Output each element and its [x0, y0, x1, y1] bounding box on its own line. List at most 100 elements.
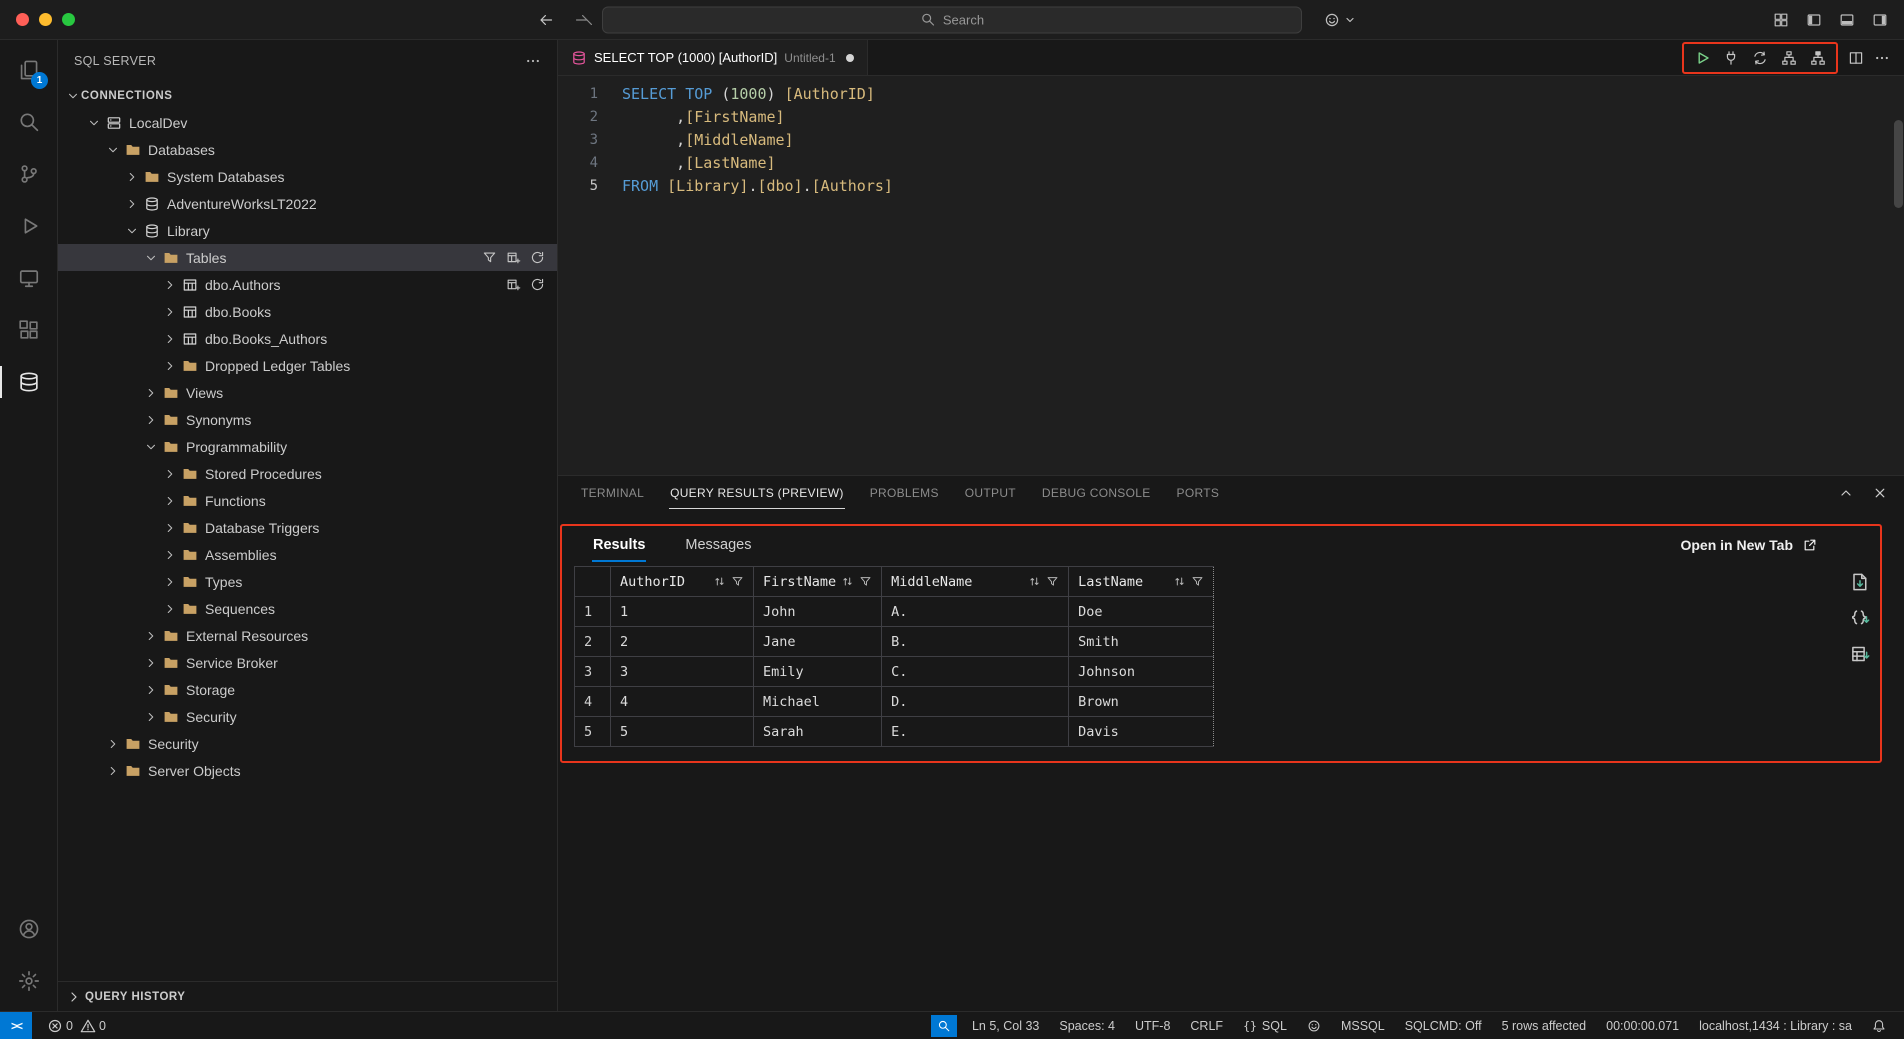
result-cell[interactable]: 5 [611, 717, 754, 747]
new-table-icon[interactable] [506, 277, 521, 292]
tree-item-views[interactable]: Views [58, 379, 557, 406]
status-mssql-provider[interactable]: MSSQL [1331, 1015, 1395, 1037]
panel-tab-query-results-preview[interactable]: QUERY RESULTS (PREVIEW) [669, 478, 845, 509]
activity-item-sql-server[interactable] [0, 356, 57, 408]
tree-item-sequences[interactable]: Sequences [58, 595, 557, 622]
activity-item-remote-explorer[interactable] [0, 252, 57, 304]
tree-item-programmability[interactable]: Programmability [58, 433, 557, 460]
tree-item-assemblies[interactable]: Assemblies [58, 541, 557, 568]
result-cell[interactable]: Sarah [754, 717, 882, 747]
status-eol[interactable]: CRLF [1180, 1015, 1233, 1037]
tree-item-connections[interactable]: CONNECTIONS [58, 82, 557, 109]
tree-item-library[interactable]: Library [58, 217, 557, 244]
result-cell[interactable]: Johnson [1069, 657, 1214, 687]
result-cell[interactable]: C. [882, 657, 1069, 687]
panel-tab-output[interactable]: OUTPUT [964, 478, 1017, 509]
results-tab-messages[interactable]: Messages [684, 528, 752, 562]
result-row[interactable]: 44MichaelD.Brown [575, 687, 1214, 717]
cancel-query-button[interactable] [1718, 46, 1744, 70]
activity-item-source-control[interactable] [0, 148, 57, 200]
result-cell[interactable]: 1 [611, 597, 754, 627]
maximize-panel-icon[interactable] [1838, 485, 1854, 501]
tree-item-server-objects[interactable]: Server Objects [58, 757, 557, 784]
result-row[interactable]: 22JaneB.Smith [575, 627, 1214, 657]
status-sqlcmd-mode[interactable]: SQLCMD: Off [1395, 1015, 1492, 1037]
tree-item-tables[interactable]: Tables [58, 244, 557, 271]
tree-item-databases[interactable]: Databases [58, 136, 557, 163]
result-cell[interactable]: Emily [754, 657, 882, 687]
save-as-excel-button[interactable] [1850, 644, 1870, 664]
status-rows-affected[interactable]: 5 rows affected [1492, 1015, 1597, 1037]
tree-item-dbo-books[interactable]: dbo.Books [58, 298, 557, 325]
query-history-section[interactable]: QUERY HISTORY [58, 981, 557, 1011]
column-header-authorid[interactable]: AuthorID [611, 567, 754, 597]
results-tab-results[interactable]: Results [592, 528, 646, 562]
filter-icon[interactable] [1046, 575, 1059, 588]
editor-tab[interactable]: SELECT TOP (1000) [AuthorID] Untitled-1 [558, 40, 868, 75]
more-actions-icon[interactable] [525, 53, 541, 69]
toggle-panel-icon[interactable] [1839, 12, 1855, 28]
close-window-button[interactable] [16, 13, 29, 26]
activity-item-extensions[interactable] [0, 304, 57, 356]
result-cell[interactable]: Jane [754, 627, 882, 657]
result-cell[interactable]: 3 [611, 657, 754, 687]
status-notifications[interactable] [1862, 1015, 1896, 1037]
result-row[interactable]: 55SarahE.Davis [575, 717, 1214, 747]
result-cell[interactable]: 2 [611, 627, 754, 657]
tree-item-stored-procedures[interactable]: Stored Procedures [58, 460, 557, 487]
result-cell[interactable]: A. [882, 597, 1069, 627]
remote-indicator[interactable]: >< [0, 1012, 32, 1039]
activity-item-run-and-debug[interactable] [0, 200, 57, 252]
command-center-search[interactable]: Search [602, 6, 1302, 33]
change-connection-button[interactable] [1747, 46, 1773, 70]
sort-icon[interactable] [1173, 575, 1186, 588]
sort-icon[interactable] [841, 575, 854, 588]
tree-item-security[interactable]: Security [58, 730, 557, 757]
forward-arrow-icon[interactable] [576, 12, 592, 28]
problems-status[interactable]: 0 0 [42, 1018, 111, 1034]
maximize-window-button[interactable] [62, 13, 75, 26]
column-header-middlename[interactable]: MiddleName [882, 567, 1069, 597]
refresh-icon[interactable] [530, 250, 545, 265]
result-cell[interactable]: Smith [1069, 627, 1214, 657]
filter-icon[interactable] [1191, 575, 1204, 588]
result-cell[interactable]: B. [882, 627, 1069, 657]
estimated-plan-button[interactable] [1776, 46, 1802, 70]
result-row[interactable]: 11JohnA.Doe [575, 597, 1214, 627]
column-header-firstname[interactable]: FirstName [754, 567, 882, 597]
toggle-primary-sidebar-icon[interactable] [1806, 12, 1822, 28]
result-cell[interactable]: E. [882, 717, 1069, 747]
tree-item-storage[interactable]: Storage [58, 676, 557, 703]
editor-scrollbar[interactable] [1894, 120, 1903, 208]
back-arrow-icon[interactable] [538, 12, 554, 28]
result-cell[interactable]: John [754, 597, 882, 627]
more-actions-icon[interactable] [1874, 50, 1890, 66]
save-as-json-button[interactable] [1850, 608, 1870, 628]
panel-tab-problems[interactable]: PROBLEMS [869, 478, 940, 509]
status-language-status[interactable] [1297, 1015, 1331, 1037]
status-language-mode[interactable]: {}SQL [1233, 1015, 1297, 1037]
result-cell[interactable]: D. [882, 687, 1069, 717]
refresh-icon[interactable] [530, 277, 545, 292]
toggle-secondary-sidebar-icon[interactable] [1872, 12, 1888, 28]
tree-item-types[interactable]: Types [58, 568, 557, 595]
result-cell[interactable]: Michael [754, 687, 882, 717]
result-cell[interactable]: 4 [611, 687, 754, 717]
status-encoding[interactable]: UTF-8 [1125, 1015, 1180, 1037]
tree-item-dbo-books-authors[interactable]: dbo.Books_Authors [58, 325, 557, 352]
tree-item-functions[interactable]: Functions [58, 487, 557, 514]
sort-icon[interactable] [713, 575, 726, 588]
filter-icon[interactable] [731, 575, 744, 588]
status-indentation[interactable]: Spaces: 4 [1049, 1015, 1125, 1037]
save-as-csv-button[interactable] [1850, 572, 1870, 592]
run-query-button[interactable] [1689, 46, 1715, 70]
tree-item-dropped-ledger-tables[interactable]: Dropped Ledger Tables [58, 352, 557, 379]
panel-tab-terminal[interactable]: TERMINAL [580, 478, 645, 509]
activity-item-explorer[interactable]: 1 [0, 44, 57, 96]
customize-layout-icon[interactable] [1773, 12, 1789, 28]
status-connection-info[interactable]: localhost,1434 : Library : sa [1689, 1015, 1862, 1037]
new-table-icon[interactable] [506, 250, 521, 265]
result-cell[interactable]: Doe [1069, 597, 1214, 627]
panel-tab-debug-console[interactable]: DEBUG CONSOLE [1041, 478, 1152, 509]
column-header-lastname[interactable]: LastName [1069, 567, 1214, 597]
